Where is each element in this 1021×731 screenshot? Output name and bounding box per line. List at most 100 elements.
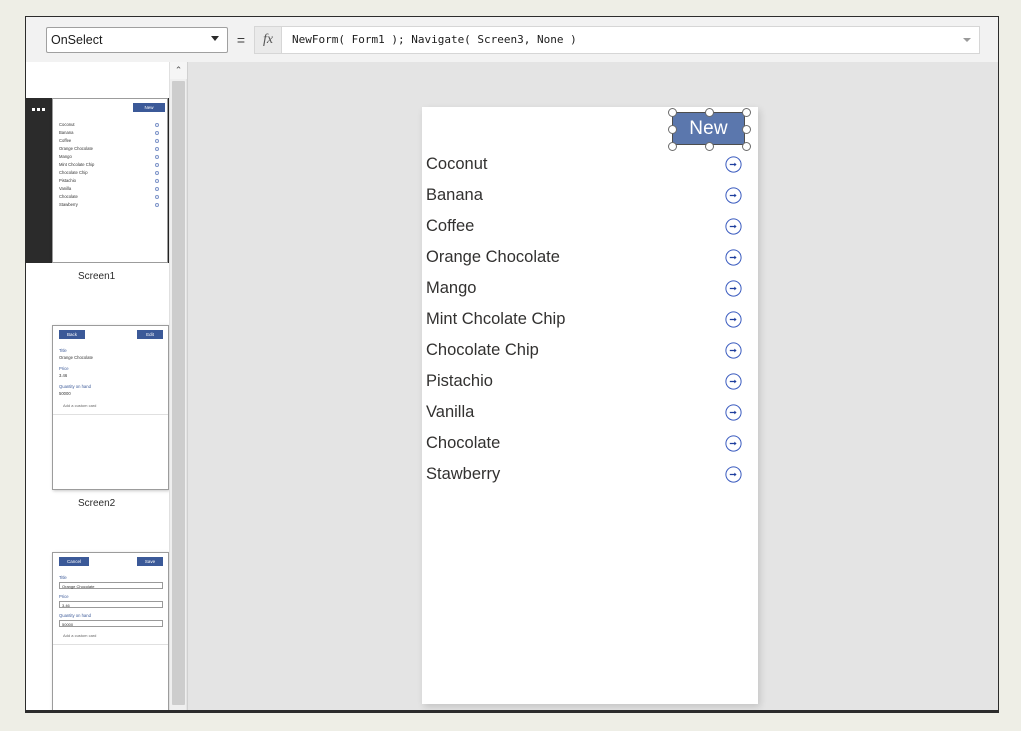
gallery-row[interactable]: Banana <box>422 180 758 211</box>
screen1-thumb-row-label: Mint Chcolate Chip <box>59 162 95 167</box>
gallery-row[interactable]: Coffee <box>422 211 758 242</box>
circle-arrow-right-icon <box>155 139 159 143</box>
new-button[interactable]: New <box>672 112 745 145</box>
screen1-thumb-row: Chocolate <box>59 193 163 201</box>
screen1-thumb-row-label: Mango <box>59 154 72 159</box>
circle-arrow-right-icon[interactable] <box>725 280 742 297</box>
screen1-thumb-row: Stawberry <box>59 201 163 209</box>
rail-scrollbar-thumb[interactable] <box>172 81 185 705</box>
screen3-divider <box>53 644 168 645</box>
gallery-row[interactable]: Coconut <box>422 149 758 180</box>
screen-thumbnail-rail[interactable]: New Coconut Banana Coffee Orange Chocola… <box>26 62 169 712</box>
screen1-thumb-row-label: Banana <box>59 130 74 135</box>
circle-arrow-right-icon[interactable] <box>725 156 742 173</box>
circle-arrow-right-icon[interactable] <box>725 373 742 390</box>
circle-arrow-right-icon[interactable] <box>725 435 742 452</box>
gallery-row[interactable]: Chocolate Chip <box>422 335 758 366</box>
gallery-row[interactable]: Mango <box>422 273 758 304</box>
property-dropdown[interactable]: OnSelect <box>46 26 228 53</box>
screen1-thumb-row-label: Chocolate <box>59 194 78 199</box>
screen2-thumb-edit-button: Edit <box>137 330 163 339</box>
circle-arrow-right-icon <box>155 131 159 135</box>
gallery-row[interactable]: Mint Chcolate Chip <box>422 304 758 335</box>
screen1-thumb-row-label: Coconut <box>59 122 75 127</box>
window-bottom-border <box>26 710 998 712</box>
screen1-thumb-row-label: Orange Chocolate <box>59 146 93 151</box>
circle-arrow-right-icon[interactable] <box>725 218 742 235</box>
screen2-thumb-back-button: Back <box>59 330 85 339</box>
screen1-thumb-row-label: Vanilla <box>59 186 72 191</box>
gallery-item-label: Mango <box>426 279 477 297</box>
gallery-item-label: Coffee <box>426 217 475 235</box>
gallery-row[interactable]: Chocolate <box>422 428 758 459</box>
screen2-thumbnail[interactable]: Back Edit Title Orange Chocolate Price 3… <box>52 325 169 490</box>
fx-icon: fx <box>254 25 281 54</box>
screen3-field-input: Orange Chocolate <box>59 582 163 589</box>
rail-scrollbar[interactable]: ⌃ <box>169 62 187 712</box>
screen1-thumb-row: Chocolate Chip <box>59 169 163 177</box>
screen1-thumbnail-preview: New Coconut Banana Coffee Orange Chocola… <box>52 98 168 263</box>
gallery-item-label: Chocolate Chip <box>426 341 539 359</box>
screen3-field-input: 50000 <box>59 620 163 627</box>
gallery-item-label: Stawberry <box>426 465 501 483</box>
gallery-row[interactable]: Pistachio <box>422 366 758 397</box>
circle-arrow-right-icon[interactable] <box>725 249 742 266</box>
screen-entry-screen3[interactable]: Cancel Save Title Orange Chocolate Price… <box>26 552 169 712</box>
gallery-item-label: Pistachio <box>426 372 493 390</box>
equals-label: = <box>236 31 246 48</box>
screen2-field-label: Quantity on hand <box>59 384 91 389</box>
screen1-thumb-row: Coffee <box>59 137 163 145</box>
screen1-thumb-row-label: Chocolate Chip <box>59 170 88 175</box>
formula-input-wrapper[interactable]: NewForm( Form1 ); Navigate( Screen3, Non… <box>281 25 980 54</box>
screen2-field-label: Title <box>59 348 67 353</box>
circle-arrow-right-icon[interactable] <box>725 404 742 421</box>
screen2-field-value: Orange Chocolate <box>59 355 93 360</box>
circle-arrow-right-icon <box>155 171 159 175</box>
screen3-field-label: Quantity on hand <box>59 613 91 618</box>
app-canvas[interactable]: New Coconut Banana Coffee Orange Chocola… <box>422 107 758 704</box>
gallery-item-label: Chocolate <box>426 434 501 452</box>
screen1-thumb-new-button: New <box>133 103 165 112</box>
formula-bar: OnSelect = fx NewForm( Form1 ); Navigate… <box>26 17 998 62</box>
screen1-thumbnail[interactable]: New Coconut Banana Coffee Orange Chocola… <box>26 98 169 263</box>
screen1-context-menu-dots-icon[interactable] <box>32 108 45 111</box>
work-area: New Coconut Banana Coffee Orange Chocola… <box>26 62 998 712</box>
screen3-thumbnail[interactable]: Cancel Save Title Orange Chocolate Price… <box>52 552 169 712</box>
gallery-item-label: Orange Chocolate <box>426 248 560 266</box>
powerapps-studio-window: OnSelect = fx NewForm( Form1 ); Navigate… <box>25 16 999 713</box>
circle-arrow-right-icon <box>155 187 159 191</box>
screen3-add-card-label: Add a custom card <box>63 633 97 638</box>
screen2-field-value: 3.46 <box>59 373 68 378</box>
circle-arrow-right-icon <box>155 179 159 183</box>
circle-arrow-right-icon[interactable] <box>725 466 742 483</box>
screen3-thumb-save-button: Save <box>137 557 163 566</box>
screen2-label: Screen2 <box>78 498 116 509</box>
gallery-item-label: Vanilla <box>426 403 475 421</box>
circle-arrow-right-icon[interactable] <box>725 311 742 328</box>
gallery-item-label: Banana <box>426 186 483 204</box>
gallery-row[interactable]: Stawberry <box>422 459 758 490</box>
chevron-up-icon[interactable]: ⌃ <box>170 62 187 79</box>
screen1-thumb-row-label: Stawberry <box>59 202 78 207</box>
circle-arrow-right-icon <box>155 147 159 151</box>
circle-arrow-right-icon[interactable] <box>725 187 742 204</box>
gallery-item-label: Coconut <box>426 155 488 173</box>
formula-expand-chevron-down-icon[interactable] <box>955 27 979 53</box>
screen2-field-label: Price <box>59 366 69 371</box>
circle-arrow-right-icon <box>155 155 159 159</box>
screen1-thumb-row-label: Coffee <box>59 138 72 143</box>
screen3-field-label: Title <box>59 575 67 580</box>
formula-input[interactable]: NewForm( Form1 ); Navigate( Screen3, Non… <box>282 33 955 46</box>
screen1-thumb-row: Coconut <box>59 121 163 129</box>
screen1-thumb-row: Pistachio <box>59 177 163 185</box>
screen2-divider <box>53 414 168 415</box>
canvas-region: New Coconut Banana Coffee Orange Chocola… <box>187 62 998 712</box>
property-dropdown-wrapper[interactable]: OnSelect <box>46 26 228 53</box>
circle-arrow-right-icon[interactable] <box>725 342 742 359</box>
gallery-row[interactable]: Vanilla <box>422 397 758 428</box>
circle-arrow-right-icon <box>155 123 159 127</box>
screen-entry-screen2[interactable]: Back Edit Title Orange Chocolate Price 3… <box>26 325 169 509</box>
screen2-add-card-label: Add a custom card <box>63 403 97 408</box>
gallery-row[interactable]: Orange Chocolate <box>422 242 758 273</box>
screen-entry-screen1[interactable]: New Coconut Banana Coffee Orange Chocola… <box>26 98 169 282</box>
